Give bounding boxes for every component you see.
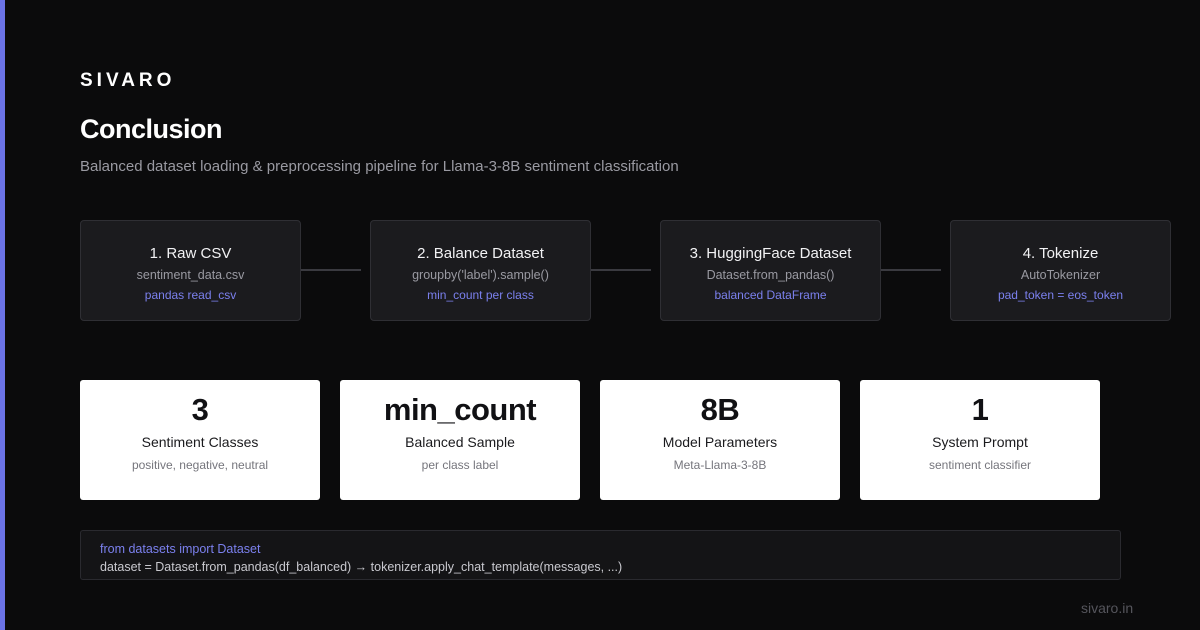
stat-card-balanced-sample: min_count Balanced Sample per class labe… <box>340 380 580 500</box>
step-detail: AutoTokenizer <box>1020 268 1101 282</box>
pipeline-connector <box>591 269 651 271</box>
step-note: pandas read_csv <box>144 288 237 302</box>
page-title: Conclusion <box>80 114 223 144</box>
stat-value: min_count <box>383 392 537 427</box>
step-note: balanced DataFrame <box>714 288 827 302</box>
step-detail: groupby('label').sample() <box>412 268 549 282</box>
stat-card-model-parameters: 8B Model Parameters Meta-Llama-3-8B <box>600 380 840 500</box>
stat-label: System Prompt <box>932 434 1028 450</box>
pipeline-diagram: 1. Raw CSV sentiment_data.csv pandas rea… <box>80 220 1171 321</box>
step-detail: Dataset.from_pandas() <box>706 268 835 282</box>
stat-label: Model Parameters <box>662 434 778 450</box>
footer-url: sivaro.in <box>1081 600 1134 616</box>
stat-card-sentiment-classes: 3 Sentiment Classes positive, negative, … <box>80 380 320 500</box>
pipeline-connector <box>301 269 361 271</box>
page-subtitle: Balanced dataset loading & preprocessing… <box>80 158 679 175</box>
step-detail: sentiment_data.csv <box>136 268 245 282</box>
code-snippet: from datasets import Dataset dataset = D… <box>80 530 1121 580</box>
stat-card-system-prompt: 1 System Prompt sentiment classifier <box>860 380 1100 500</box>
step-title: 2. Balance Dataset <box>417 245 544 262</box>
stat-sublabel: Meta-Llama-3-8B <box>673 458 767 472</box>
accent-bar <box>0 0 5 630</box>
step-title: 4. Tokenize <box>1022 245 1099 262</box>
code-line-dataset: dataset = Dataset.from_pandas(df_balance… <box>100 560 623 574</box>
brand-logo: SIVARO <box>80 70 176 91</box>
pipeline-step-balance-dataset: 2. Balance Dataset groupby('label').samp… <box>370 220 591 321</box>
stat-value: 1 <box>971 392 989 427</box>
pipeline-step-tokenize: 4. Tokenize AutoTokenizer pad_token = eo… <box>950 220 1171 321</box>
stat-value: 3 <box>191 392 209 427</box>
pipeline-step-huggingface-dataset: 3. HuggingFace Dataset Dataset.from_pand… <box>660 220 881 321</box>
stat-sublabel: per class label <box>421 458 499 472</box>
stat-label: Balanced Sample <box>405 434 515 450</box>
stat-sublabel: positive, negative, neutral <box>131 458 269 472</box>
stat-sublabel: sentiment classifier <box>928 458 1032 472</box>
step-title: 1. Raw CSV <box>149 245 232 262</box>
stat-label: Sentiment Classes <box>141 434 259 450</box>
step-note: min_count per class <box>427 288 534 302</box>
code-line-import: from datasets import Dataset <box>100 542 261 556</box>
step-title: 3. HuggingFace Dataset <box>689 245 852 262</box>
stat-value: 8B <box>700 392 740 427</box>
pipeline-step-raw-csv: 1. Raw CSV sentiment_data.csv pandas rea… <box>80 220 301 321</box>
stats-row: 3 Sentiment Classes positive, negative, … <box>80 380 1100 500</box>
step-note: pad_token = eos_token <box>997 288 1124 302</box>
pipeline-connector <box>881 269 941 271</box>
